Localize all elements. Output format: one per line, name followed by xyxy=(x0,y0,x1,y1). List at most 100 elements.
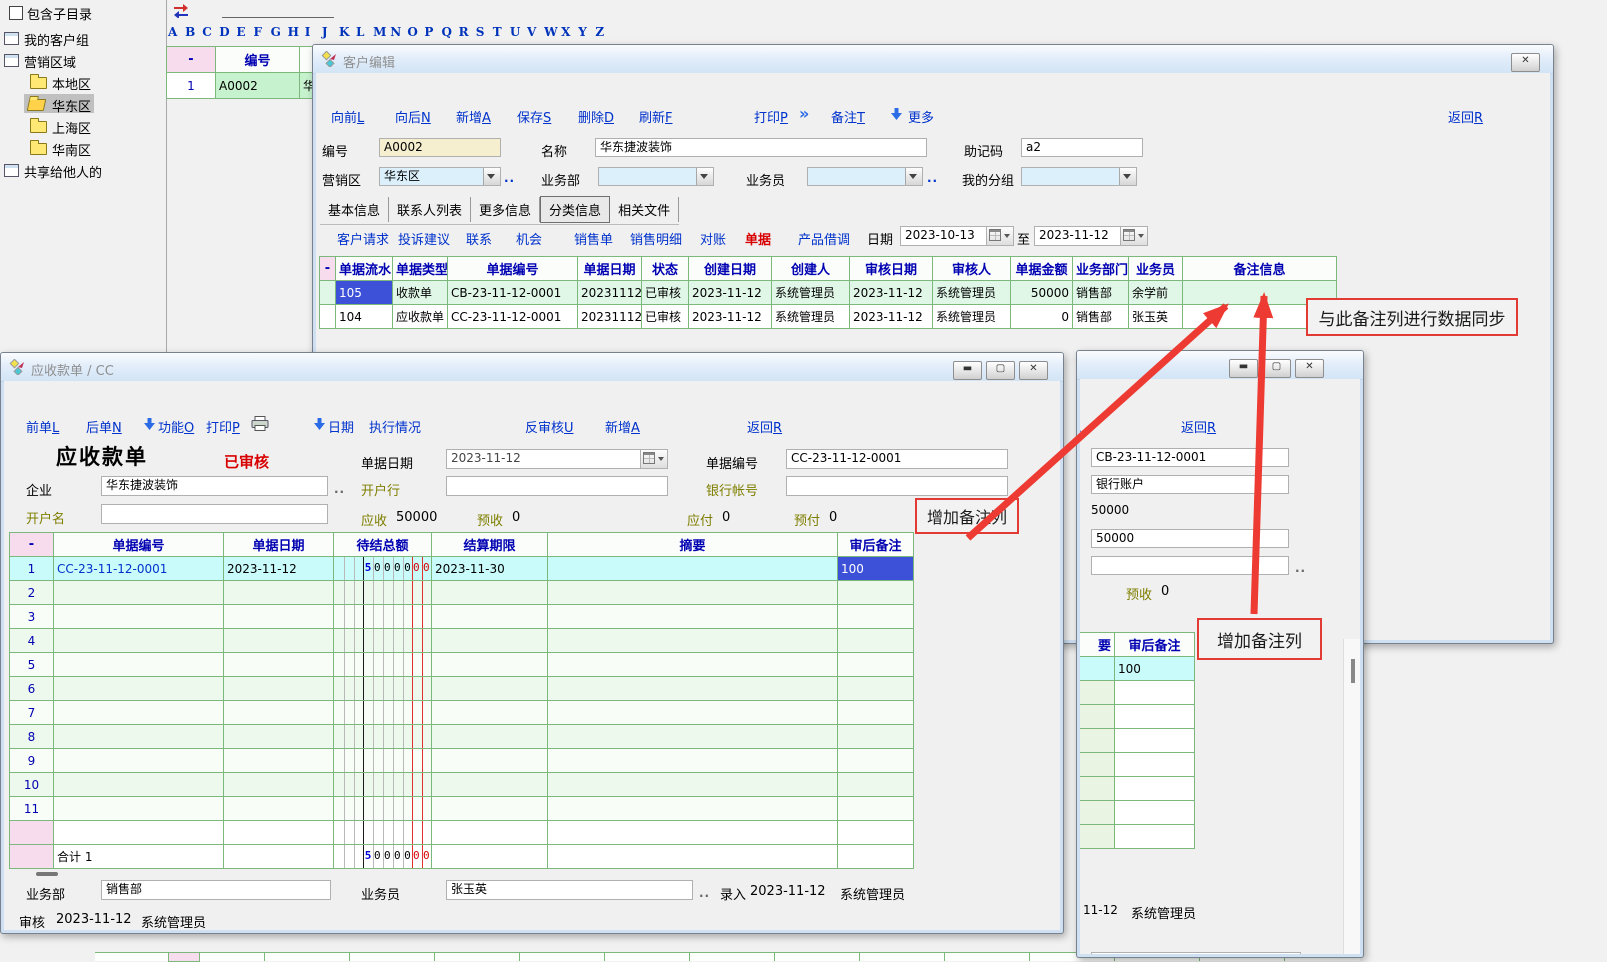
maximize-button[interactable]: ▢ xyxy=(986,361,1015,380)
col-header-summary-clipped[interactable]: 要 xyxy=(1080,633,1115,657)
link-reconciliation[interactable]: 对账 xyxy=(700,229,726,248)
alphabet-letter[interactable]: A xyxy=(168,25,185,39)
col-header-summary[interactable]: 摘要 xyxy=(548,533,838,557)
col-header-pending-amount[interactable]: 待结总额 xyxy=(334,533,432,557)
post-audit-note-cell-selected[interactable]: 100 xyxy=(838,557,914,581)
execution-status-button[interactable]: 执行情况 xyxy=(369,417,421,436)
alphabet-letter[interactable]: F xyxy=(253,25,270,39)
sidebar-item-shared-to-others[interactable]: 共享给他人的 xyxy=(0,160,165,180)
tab-related-files[interactable]: 相关文件 xyxy=(610,197,679,222)
row-number[interactable]: 1 xyxy=(167,73,216,99)
tab-contact-list[interactable]: 联系人列表 xyxy=(389,197,471,222)
col-header-doc-date[interactable]: 单据日期 xyxy=(224,533,334,557)
splitter-handle[interactable] xyxy=(36,872,58,876)
link-contact[interactable]: 联系 xyxy=(466,229,492,248)
more-button[interactable]: 更多 xyxy=(908,107,934,126)
amount-cell[interactable]: 5000000 xyxy=(334,557,432,581)
alphabet-letter[interactable]: W xyxy=(544,25,561,39)
print-button[interactable]: 打印P xyxy=(206,417,240,436)
code-field[interactable]: A0002 xyxy=(379,138,501,157)
alphabet-letter[interactable]: G xyxy=(271,25,288,39)
col-header-doc-date[interactable]: 单据日期 xyxy=(578,257,642,281)
alphabet-letter[interactable]: V xyxy=(527,25,544,39)
alphabet-letter[interactable]: I xyxy=(305,25,322,39)
down-arrow-icon[interactable] xyxy=(144,418,155,430)
unaudit-button[interactable]: 反审核U xyxy=(525,417,574,436)
sidebar-item-shanghai[interactable]: 上海区 xyxy=(0,116,165,136)
bank-account-field[interactable]: 银行账户 xyxy=(1091,475,1289,494)
alphabet-letter[interactable]: Q xyxy=(442,25,459,39)
alphabet-letter[interactable]: Z xyxy=(595,25,612,39)
sidebar-item-marketing-region[interactable]: 营销区域 xyxy=(0,50,165,70)
link-sales-detail[interactable]: 销售明细 xyxy=(630,229,682,248)
doc-code-field[interactable]: CB-23-11-12-0001 xyxy=(1091,448,1289,467)
dept-field[interactable]: 销售部 xyxy=(101,880,331,900)
row-selector-header[interactable]: - xyxy=(320,257,336,281)
sidebar-item-my-customer-group[interactable]: 我的客户组 xyxy=(0,28,165,48)
alphabet-letter[interactable]: B xyxy=(185,25,202,39)
doc-code-cell[interactable]: CC-23-11-12-0001 xyxy=(54,557,224,581)
swap-arrows-icon[interactable] xyxy=(172,3,190,18)
account-field[interactable] xyxy=(786,476,1008,496)
back-button[interactable]: 返回R xyxy=(1181,417,1216,436)
alphabet-letter[interactable]: O xyxy=(407,25,424,39)
extra-field[interactable] xyxy=(1091,556,1289,575)
region-lookup-dots[interactable]: .. xyxy=(504,171,515,185)
calendar-dropdown-button[interactable] xyxy=(1120,227,1147,245)
link-sales-order[interactable]: 销售单 xyxy=(574,229,613,248)
dept-dropdown[interactable] xyxy=(598,167,714,186)
link-opportunity[interactable]: 机会 xyxy=(516,229,542,248)
company-lookup-dots[interactable]: .. xyxy=(334,482,345,496)
close-button[interactable]: ✕ xyxy=(1019,361,1048,380)
dropdown-button[interactable] xyxy=(696,168,713,185)
maximize-button[interactable]: ▢ xyxy=(1262,359,1291,378)
alphabet-letter[interactable]: D xyxy=(219,25,236,39)
col-header-doc-type[interactable]: 单据类型 xyxy=(393,257,448,281)
alphabet-letter[interactable]: M xyxy=(373,25,390,39)
salesman-field[interactable]: 张玉英 xyxy=(446,880,693,900)
col-header-salesman[interactable]: 业务员 xyxy=(1129,257,1183,281)
sidebar-item-east-china[interactable]: 华东区 xyxy=(0,94,165,114)
window-titlebar[interactable]: 客户编辑 ✕ xyxy=(313,45,1553,74)
dropdown-button[interactable] xyxy=(483,168,500,185)
close-button[interactable]: ✕ xyxy=(1511,53,1540,72)
col-header-status[interactable]: 状态 xyxy=(642,257,689,281)
add-button[interactable]: 新增A xyxy=(456,107,491,126)
alphabet-letter[interactable]: S xyxy=(476,25,493,39)
col-header-settle-deadline[interactable]: 结算期限 xyxy=(432,533,548,557)
col-header-doc-serial[interactable]: 单据流水 xyxy=(336,257,393,281)
date-from-field[interactable]: 2023-10-13 xyxy=(900,226,1014,246)
down-arrow-icon[interactable] xyxy=(891,108,902,120)
next-doc-button[interactable]: 后单N xyxy=(86,417,122,436)
holder-field[interactable] xyxy=(101,504,328,524)
alphabet-letter[interactable]: X xyxy=(561,25,578,39)
customer-code-cell[interactable]: A0002 xyxy=(216,73,300,99)
salesman-lookup-dots[interactable]: .. xyxy=(927,171,938,185)
function-menu-button[interactable]: 功能O xyxy=(158,417,194,436)
alphabet-letter[interactable]: J xyxy=(322,25,339,39)
link-documents-active[interactable]: 单据 xyxy=(745,229,771,248)
col-header-auditor[interactable]: 审核人 xyxy=(933,257,1011,281)
col-header-doc-code[interactable]: 单据编号 xyxy=(448,257,578,281)
calendar-dropdown-button[interactable] xyxy=(640,450,667,468)
tab-more-info[interactable]: 更多信息 xyxy=(471,197,540,222)
salesman-lookup-dots[interactable]: .. xyxy=(699,886,710,900)
col-header-create-date[interactable]: 创建日期 xyxy=(689,257,772,281)
alphabet-letter[interactable]: P xyxy=(424,25,441,39)
group-dropdown[interactable] xyxy=(1021,167,1137,186)
close-button[interactable]: ✕ xyxy=(1295,359,1324,378)
vertical-scroll-strip[interactable] xyxy=(1343,639,1360,954)
alphabet-letter[interactable]: L xyxy=(356,25,373,39)
minimize-button[interactable]: ▬ xyxy=(1229,359,1258,378)
col-header-amount[interactable]: 单据金额 xyxy=(1011,257,1073,281)
refresh-button[interactable]: 刷新F xyxy=(639,107,673,126)
col-header-creator[interactable]: 创建人 xyxy=(772,257,850,281)
link-product-loan[interactable]: 产品借调 xyxy=(798,229,850,248)
row-selector-header[interactable]: - xyxy=(10,533,54,557)
window-titlebar[interactable]: 应收款单 / CC ▬ ▢ ✕ xyxy=(1,353,1063,382)
calendar-dropdown-button[interactable] xyxy=(986,227,1013,245)
col-header-post-audit-note[interactable]: 审后备注 xyxy=(838,533,914,557)
alphabet-letter[interactable]: T xyxy=(493,25,510,39)
next-button[interactable]: 向后N xyxy=(395,107,431,126)
link-customer-request[interactable]: 客户请求 xyxy=(337,229,389,248)
